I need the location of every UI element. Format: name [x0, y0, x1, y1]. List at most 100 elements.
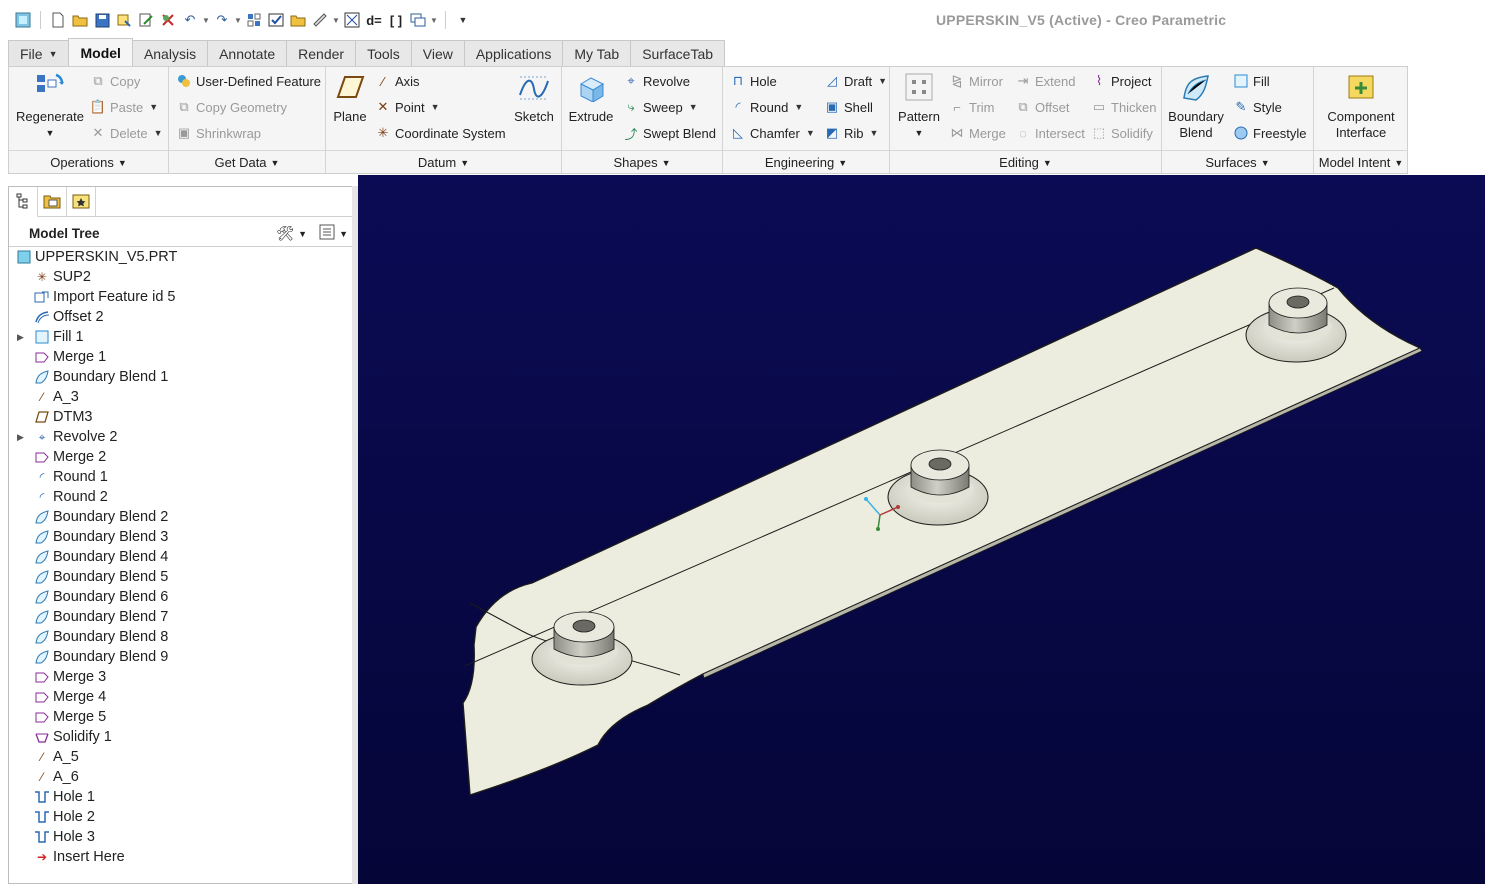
- model-tree-item[interactable]: Solidify 1: [9, 727, 349, 747]
- windows-icon[interactable]: [407, 9, 429, 31]
- csys-button[interactable]: ✳ Coordinate System: [374, 122, 506, 144]
- extend-button[interactable]: ⇥ Extend: [1014, 70, 1076, 92]
- trim-button[interactable]: ⌐ Trim: [948, 96, 994, 118]
- point-button[interactable]: ✕ Point ▼: [374, 96, 440, 118]
- model-tree-tab[interactable]: [9, 187, 38, 217]
- chevron-down-icon[interactable]: ▼: [339, 229, 348, 239]
- model-tree-item[interactable]: Hole 2: [9, 807, 349, 827]
- model-tree-item[interactable]: Hole 3: [9, 827, 349, 847]
- pattern-button[interactable]: Pattern ▼: [894, 71, 944, 141]
- verify-icon[interactable]: [265, 9, 287, 31]
- model-tree-item[interactable]: Boundary Blend 7: [9, 607, 349, 627]
- folder-browser-tab[interactable]: [38, 187, 67, 217]
- model-tree-item[interactable]: ◜ Round 2: [9, 487, 349, 507]
- model-tree-item[interactable]: Boundary Blend 6: [9, 587, 349, 607]
- project-button[interactable]: ⌇ Project: [1090, 70, 1152, 92]
- expand-arrow-icon[interactable]: ▶: [17, 332, 24, 343]
- revolve-button[interactable]: ⌖ Revolve: [622, 70, 690, 92]
- param-icon[interactable]: [341, 9, 363, 31]
- merge-button[interactable]: ⋈ Merge: [948, 122, 1006, 144]
- shell-button[interactable]: ▣ Shell: [823, 96, 873, 118]
- mirror-button[interactable]: ⧎ Mirror: [948, 70, 1003, 92]
- tab-tools[interactable]: Tools: [355, 40, 412, 66]
- datum-group-footer[interactable]: Datum ▼: [326, 150, 561, 174]
- shapes-group-footer[interactable]: Shapes ▼: [562, 150, 722, 174]
- folder-icon[interactable]: [287, 9, 309, 31]
- measure-icon[interactable]: [309, 9, 331, 31]
- model-tree-item[interactable]: Boundary Blend 1: [9, 367, 349, 387]
- regenerate-button[interactable]: Regenerate ▼: [15, 71, 85, 141]
- brackets-icon[interactable]: [ ]: [385, 9, 407, 31]
- model-tree-item[interactable]: Boundary Blend 2: [9, 507, 349, 527]
- new-icon[interactable]: [47, 9, 69, 31]
- model-intent-group-footer[interactable]: Model Intent ▼: [1314, 150, 1408, 174]
- sketch-button[interactable]: Sketch: [512, 71, 556, 125]
- model-tree-item[interactable]: ➔ Insert Here: [9, 847, 349, 867]
- erase-icon[interactable]: [157, 9, 179, 31]
- tree-show-icon[interactable]: [319, 224, 335, 243]
- shrinkwrap-button[interactable]: ▣ Shrinkwrap: [175, 122, 261, 144]
- tab-file[interactable]: File ▼: [8, 40, 70, 66]
- hole-button[interactable]: ⊓ Hole: [729, 70, 777, 92]
- model-tree-item[interactable]: ▶ Fill 1: [9, 327, 349, 347]
- model-tree-item[interactable]: Boundary Blend 4: [9, 547, 349, 567]
- boundary-blend-button[interactable]: Boundary Blend: [1166, 71, 1226, 141]
- copy-button[interactable]: ⧉ Copy: [89, 70, 140, 92]
- model-tree-item[interactable]: Boundary Blend 3: [9, 527, 349, 547]
- undo-dropdown-icon[interactable]: ▼: [201, 9, 211, 31]
- regen-icon[interactable]: [113, 9, 135, 31]
- chamfer-button[interactable]: ◺ Chamfer ▼: [729, 122, 815, 144]
- axis-button[interactable]: ⁄ Axis: [374, 70, 420, 92]
- sweep-button[interactable]: ⤷ Sweep ▼: [622, 96, 697, 118]
- open-icon[interactable]: [69, 9, 91, 31]
- freestyle-button[interactable]: Freestyle: [1232, 122, 1306, 144]
- copy-geometry-button[interactable]: ⧉ Copy Geometry: [175, 96, 287, 118]
- thicken-button[interactable]: ▭ Thicken: [1090, 96, 1157, 118]
- offset-button[interactable]: ⧉ Offset: [1014, 96, 1069, 118]
- edit-icon[interactable]: [135, 9, 157, 31]
- tab-view[interactable]: View: [410, 40, 465, 66]
- model-tree-item[interactable]: ✳ SUP2: [9, 267, 349, 287]
- extrude-button[interactable]: Extrude: [566, 71, 616, 125]
- editing-group-footer[interactable]: Editing ▼: [890, 150, 1161, 174]
- model-tree-item[interactable]: Merge 3: [9, 667, 349, 687]
- tab-my-tab[interactable]: My Tab: [562, 40, 632, 66]
- tab-surfacetab[interactable]: SurfaceTab: [630, 40, 726, 66]
- favorites-tab[interactable]: [67, 187, 96, 217]
- draft-button[interactable]: ◿ Draft ▼: [823, 70, 887, 92]
- model-tree-item[interactable]: Boundary Blend 9: [9, 647, 349, 667]
- graphics-viewport[interactable]: [358, 175, 1485, 884]
- tab-annotate[interactable]: Annotate: [207, 40, 288, 66]
- model-tree-item[interactable]: Hole 1: [9, 787, 349, 807]
- tab-analysis[interactable]: Analysis: [131, 40, 209, 66]
- redo-icon[interactable]: ↷: [211, 9, 233, 31]
- surfaces-group-footer[interactable]: Surfaces ▼: [1162, 150, 1313, 174]
- model-tree-item[interactable]: ⁄ A_6: [9, 767, 349, 787]
- regen-manager-icon[interactable]: [243, 9, 265, 31]
- paste-button[interactable]: 📋 Paste ▼: [89, 96, 158, 118]
- style-button[interactable]: ✎ Style: [1232, 96, 1282, 118]
- undo-icon[interactable]: ↶: [179, 9, 201, 31]
- tab-applications[interactable]: Applications: [463, 40, 564, 66]
- model-tree-item[interactable]: Merge 4: [9, 687, 349, 707]
- model-tree-item[interactable]: DTM3: [9, 407, 349, 427]
- model-tree-item[interactable]: Boundary Blend 5: [9, 567, 349, 587]
- windows-dropdown-icon[interactable]: ▼: [429, 9, 439, 31]
- save-icon[interactable]: [91, 9, 113, 31]
- measure-dropdown-icon[interactable]: ▼: [331, 9, 341, 31]
- round-button[interactable]: ◜ Round ▼: [729, 96, 803, 118]
- redo-dropdown-icon[interactable]: ▼: [233, 9, 243, 31]
- model-tree-item[interactable]: Boundary Blend 8: [9, 627, 349, 647]
- model-tree-item[interactable]: ◜ Round 1: [9, 467, 349, 487]
- solidify-button[interactable]: ⬚ Solidify: [1090, 122, 1153, 144]
- model-view[interactable]: [358, 175, 1485, 884]
- swept-blend-button[interactable]: ⤴ Swept Blend: [622, 122, 716, 144]
- delete-button[interactable]: ✕ Delete ▼: [89, 122, 163, 144]
- model-tree-item[interactable]: Merge 5: [9, 707, 349, 727]
- chevron-down-icon[interactable]: ▼: [298, 229, 307, 239]
- model-tree-item[interactable]: Import Feature id 5: [9, 287, 349, 307]
- rib-button[interactable]: ◩ Rib ▼: [823, 122, 879, 144]
- model-tree-item[interactable]: UPPERSKIN_V5.PRT: [9, 247, 349, 267]
- model-tree-item[interactable]: Merge 2: [9, 447, 349, 467]
- get-data-group-footer[interactable]: Get Data ▼: [169, 150, 325, 174]
